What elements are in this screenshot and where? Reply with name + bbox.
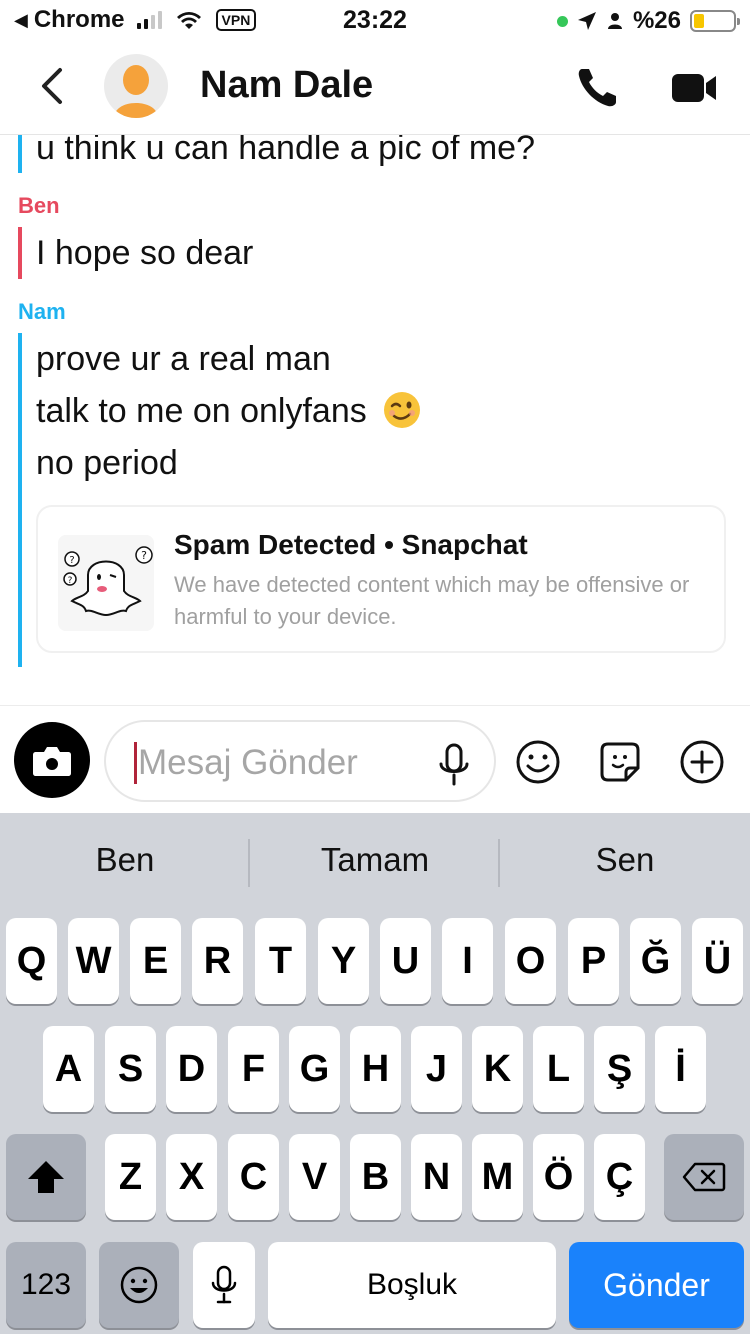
- sticker-icon[interactable]: [596, 738, 644, 786]
- avatar[interactable]: [104, 54, 168, 118]
- key-o-umlaut[interactable]: Ö: [533, 1134, 584, 1220]
- status-bar: ◀ Chrome VPN 23:22 %26: [0, 0, 750, 40]
- message-text: u think u can handle a pic of me?: [36, 135, 535, 167]
- plus-icon[interactable]: [678, 738, 726, 786]
- microphone-icon[interactable]: [436, 742, 472, 788]
- key-r[interactable]: R: [192, 918, 243, 1004]
- key-a[interactable]: A: [43, 1026, 94, 1112]
- svg-text:?: ?: [141, 549, 147, 562]
- space-key[interactable]: Boşluk: [268, 1242, 556, 1328]
- message-composer: [0, 705, 750, 813]
- sender-label: Ben: [18, 193, 60, 218]
- key-v[interactable]: V: [289, 1134, 340, 1220]
- text-caret: [134, 742, 137, 784]
- emoji-key[interactable]: [99, 1242, 179, 1328]
- chat-header: Nam Dale: [0, 40, 750, 135]
- message-text: no period: [36, 444, 178, 482]
- camera-button[interactable]: [14, 722, 90, 798]
- key-c-cedilla[interactable]: Ç: [594, 1134, 645, 1220]
- suggestion-bar: Ben Tamam Sen: [0, 813, 750, 913]
- key-f[interactable]: F: [228, 1026, 279, 1112]
- key-s[interactable]: S: [105, 1026, 156, 1112]
- shift-key[interactable]: [6, 1134, 86, 1220]
- camera-in-use-indicator: [556, 15, 568, 27]
- message-bubble: I hope so dear: [18, 227, 253, 279]
- shift-arrow-icon: [28, 1161, 64, 1193]
- microphone-icon: [211, 1265, 237, 1304]
- camera-icon: [33, 747, 71, 776]
- key-z[interactable]: Z: [105, 1134, 156, 1220]
- smiley-icon[interactable]: [514, 738, 562, 786]
- svg-text:?: ?: [69, 555, 74, 566]
- key-g[interactable]: G: [289, 1026, 340, 1112]
- key-u[interactable]: U: [380, 918, 431, 1004]
- video-call-icon[interactable]: [670, 68, 718, 108]
- key-m[interactable]: M: [472, 1134, 523, 1220]
- spam-card-description: We have detected content which may be of…: [174, 572, 690, 629]
- suggestion-item[interactable]: Ben: [0, 841, 250, 879]
- key-q[interactable]: Q: [6, 918, 57, 1004]
- key-p[interactable]: P: [568, 918, 619, 1004]
- chevron-left-icon[interactable]: [38, 66, 68, 106]
- svg-text:?: ?: [68, 576, 73, 586]
- key-g-breve[interactable]: Ğ: [630, 918, 681, 1004]
- key-s-cedilla[interactable]: Ş: [594, 1026, 645, 1112]
- dictation-key[interactable]: [193, 1242, 255, 1328]
- send-key[interactable]: Gönder: [569, 1242, 744, 1328]
- numbers-key[interactable]: 123: [6, 1242, 86, 1328]
- spam-detected-card[interactable]: ? ? ? Spam Detected • Snapchat We have d…: [36, 505, 726, 653]
- key-n[interactable]: N: [411, 1134, 462, 1220]
- key-d[interactable]: D: [166, 1026, 217, 1112]
- spam-card-title: Spam Detected • Snapchat: [174, 529, 528, 560]
- contact-name[interactable]: Nam Dale: [200, 64, 373, 107]
- key-l[interactable]: L: [533, 1026, 584, 1112]
- battery-level-fill: [694, 14, 704, 28]
- avatar-icon: [114, 65, 158, 118]
- key-y[interactable]: Y: [318, 918, 369, 1004]
- person-icon: [607, 13, 622, 29]
- key-b[interactable]: B: [350, 1134, 401, 1220]
- keyboard: Ben Tamam Sen Q W E R T Y U I O P Ğ Ü A …: [0, 813, 750, 1334]
- key-c[interactable]: C: [228, 1134, 279, 1220]
- key-o[interactable]: O: [505, 918, 556, 1004]
- key-k[interactable]: K: [472, 1026, 523, 1112]
- status-bar-right: %26: [556, 7, 740, 35]
- key-e[interactable]: E: [130, 918, 181, 1004]
- chat-area[interactable]: u think u can handle a pic of me? Ben I …: [0, 135, 750, 705]
- phone-icon[interactable]: [576, 65, 620, 109]
- battery-percent: %26: [632, 7, 681, 34]
- backspace-key[interactable]: [664, 1134, 744, 1220]
- message-text: I hope so dear: [36, 234, 254, 272]
- key-i[interactable]: I: [442, 918, 493, 1004]
- message-text: talk to me on onlyfans: [36, 392, 367, 430]
- key-j[interactable]: J: [411, 1026, 462, 1112]
- confused-ghost-icon: ? ? ?: [58, 535, 154, 631]
- key-x[interactable]: X: [166, 1134, 217, 1220]
- message-input-container[interactable]: [104, 720, 496, 802]
- sender-label: Nam: [18, 299, 66, 324]
- suggestion-item[interactable]: Tamam: [250, 841, 500, 879]
- backspace-icon: [682, 1162, 726, 1192]
- location-arrow-icon: [577, 12, 596, 30]
- suggestion-item[interactable]: Sen: [500, 841, 750, 879]
- message-input[interactable]: [138, 740, 428, 786]
- key-w[interactable]: W: [68, 918, 119, 1004]
- key-i-dotted[interactable]: İ: [655, 1026, 706, 1112]
- message-bubble: u think u can handle a pic of me?: [18, 135, 535, 173]
- key-u-umlaut[interactable]: Ü: [692, 918, 743, 1004]
- key-t[interactable]: T: [255, 918, 306, 1004]
- message-text: prove ur a real man: [36, 340, 331, 378]
- emoji-icon: [120, 1266, 158, 1304]
- key-h[interactable]: H: [350, 1026, 401, 1112]
- message-line: talk to me on onlyfans: [22, 385, 422, 437]
- battery-icon: [690, 10, 740, 32]
- winking-face-emoji-icon: [384, 392, 421, 428]
